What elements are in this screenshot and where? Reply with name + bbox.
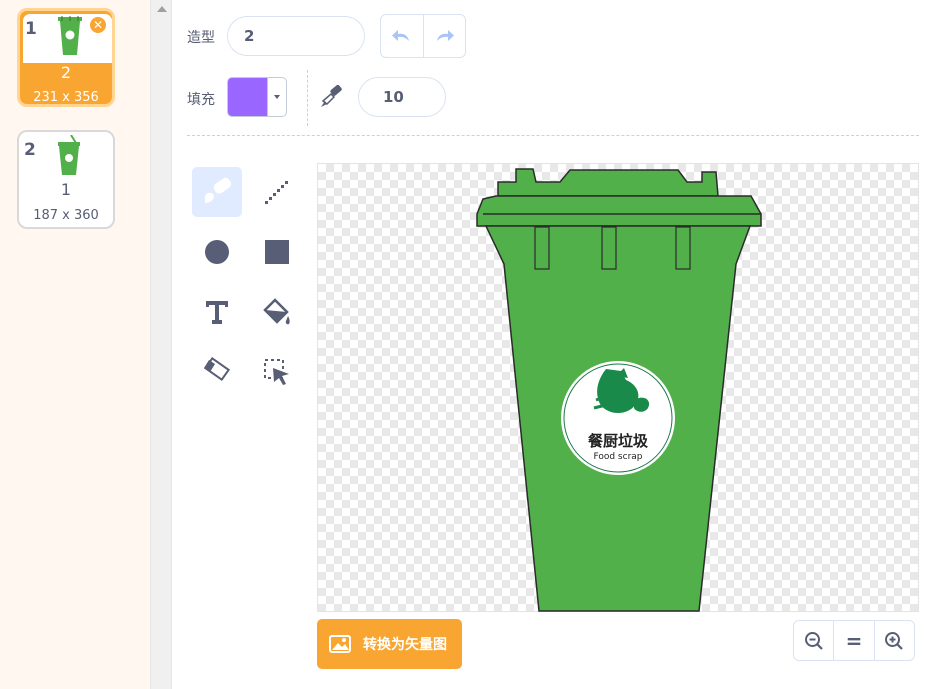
brush-tool[interactable] <box>192 167 242 217</box>
costume-tile-2[interactable]: 2 1 187 x 360 <box>17 130 115 229</box>
trash-bin-drawing[interactable]: 餐厨垃圾 Food scrap <box>318 164 920 613</box>
eraser-tool[interactable] <box>192 347 242 397</box>
toolbar-divider <box>307 70 308 126</box>
costume-list: 1 ✕ 2 231 x 356 2 1 187 x 360 <box>0 0 150 689</box>
scroll-up-arrow-icon[interactable] <box>157 6 167 12</box>
trash-bin-thumbnail <box>58 16 82 55</box>
brush-icon <box>204 177 232 203</box>
logo-text-en: Food scrap <box>593 452 642 462</box>
zoom-in-button[interactable] <box>873 621 914 660</box>
line-tool[interactable] <box>252 167 302 217</box>
text-icon <box>206 301 228 324</box>
redo-icon <box>437 30 455 41</box>
zoom-reset-label: = <box>845 628 863 653</box>
brush-size-icon <box>321 85 342 107</box>
costume-tile-1[interactable]: 1 ✕ 2 231 x 356 <box>17 8 115 107</box>
eraser-icon <box>203 357 231 382</box>
fill-bucket-icon <box>263 298 290 325</box>
convert-to-vector-button[interactable]: 转换为矢量图 <box>317 619 462 669</box>
fill-color-swatch <box>228 78 267 116</box>
zoom-controls: = <box>793 620 915 661</box>
rectangle-tool[interactable] <box>252 227 302 277</box>
costume-size: 231 x 356 <box>33 90 99 105</box>
close-icon[interactable]: ✕ <box>88 15 108 35</box>
zoom-out-icon <box>804 631 823 650</box>
select-tool[interactable] <box>252 347 302 397</box>
costume-number: 2 <box>24 140 36 160</box>
convert-to-vector-label: 转换为矢量图 <box>363 637 447 653</box>
dropdown-arrow-icon <box>274 95 280 99</box>
fill-tool[interactable] <box>252 287 302 337</box>
cup-thumbnail <box>58 135 80 175</box>
drawing-canvas[interactable]: 餐厨垃圾 Food scrap <box>317 163 919 612</box>
costume-name: 1 <box>60 180 72 199</box>
text-tool[interactable] <box>192 287 242 337</box>
fill-color-picker[interactable] <box>227 77 287 117</box>
fill-label: 填充 <box>187 92 215 108</box>
costume-number: 1 <box>25 19 37 39</box>
costume-size: 187 x 360 <box>33 208 99 223</box>
costume-label: 造型 <box>187 30 215 46</box>
fill-divider <box>267 78 268 116</box>
logo-text-cn: 餐厨垃圾 <box>588 432 649 450</box>
undo-button[interactable] <box>381 15 424 57</box>
costume-name: 2 <box>60 63 72 82</box>
undo-icon <box>391 30 409 41</box>
costume-name-input[interactable]: 2 <box>227 16 365 56</box>
select-icon <box>264 359 289 385</box>
brush-size-input[interactable]: 10 <box>358 77 446 117</box>
rectangle-icon <box>265 240 289 264</box>
toolbar-bottom-divider <box>187 135 919 136</box>
circle-icon <box>205 240 229 264</box>
circle-tool[interactable] <box>192 227 242 277</box>
image-icon <box>329 635 351 653</box>
zoom-reset-button[interactable]: = <box>833 621 873 660</box>
line-icon <box>265 181 288 204</box>
redo-button[interactable] <box>424 15 466 57</box>
zoom-out-button[interactable] <box>794 621 833 660</box>
undo-redo-group <box>380 14 466 58</box>
zoom-in-icon <box>885 631 904 650</box>
scrollbar[interactable] <box>150 0 172 689</box>
